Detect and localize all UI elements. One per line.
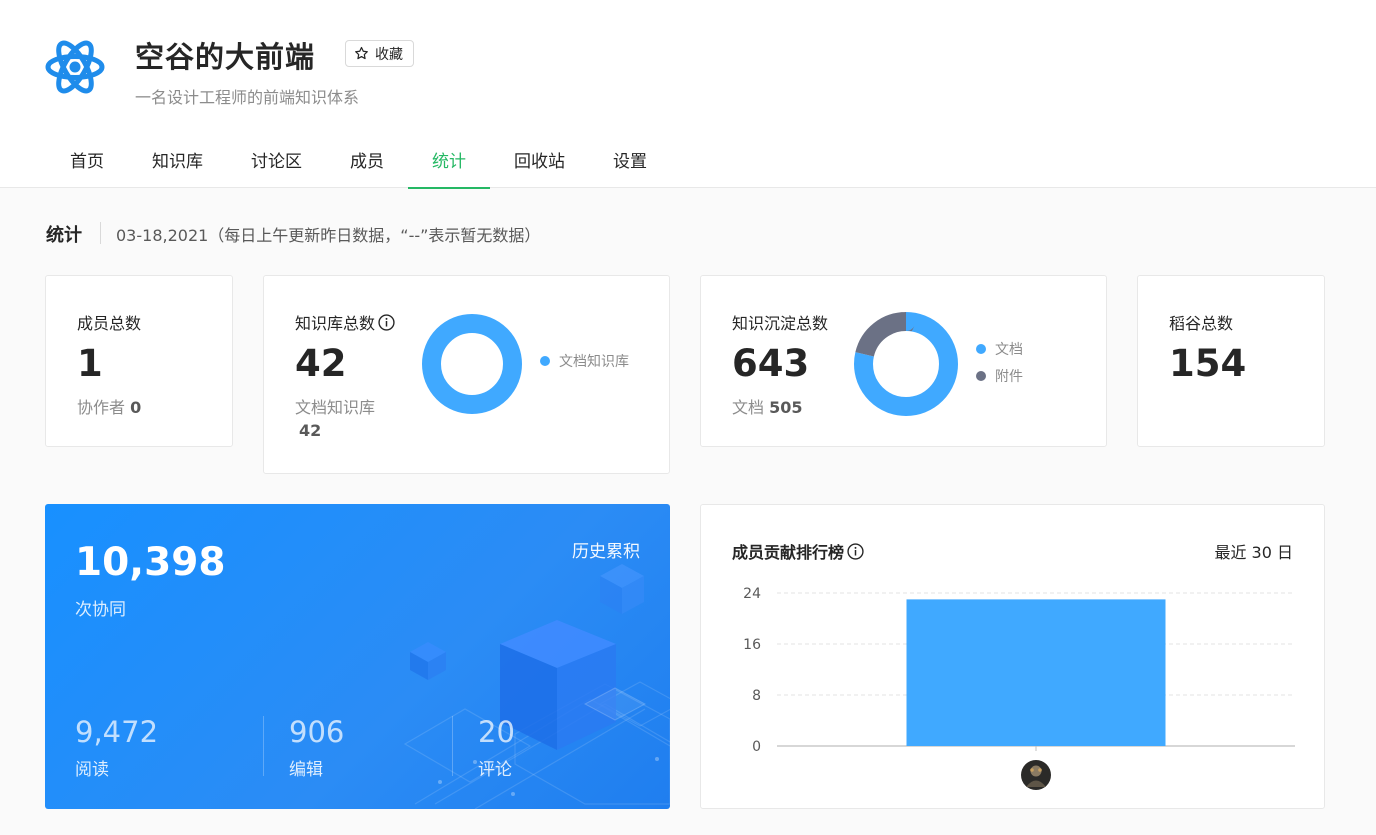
repos-label-wrap: 知识库总数 (295, 310, 395, 334)
comments-metric: 20 评论 (478, 715, 515, 781)
contribution-ranking-card: 成员贡献排行榜 最近 30 日 0 8 16 24 (700, 504, 1325, 809)
reads-metric: 9,472 阅读 (75, 715, 159, 781)
section-title: 统计 (46, 225, 82, 246)
metric-divider (263, 716, 264, 776)
member-avatar[interactable] (1021, 760, 1051, 790)
legend-dot (976, 344, 986, 354)
tab-label: 回收站 (514, 151, 565, 172)
bar[interactable] (906, 599, 1166, 746)
group-header: 空谷的大前端 收藏 一名设计工程师的前端知识体系 首页 知识库 讨论区 成员 统… (0, 0, 1376, 189)
doc-repos-label: 文档知识库 (295, 398, 376, 417)
repos-value: 42 (295, 342, 347, 385)
tab-label: 设置 (613, 151, 647, 172)
collaboration-label: 次协同 (75, 600, 126, 620)
history-label: 历史累积 (572, 542, 640, 562)
legend-label: 附件 (995, 369, 1023, 385)
tab-statistics[interactable]: 统计 (408, 130, 490, 189)
contribution-bar-chart: 0 8 16 24 (743, 586, 1295, 790)
date-note: 03-18,2021（每日上午更新昨日数据，“--”表示暂无数据） (116, 226, 541, 245)
tab-label: 首页 (70, 151, 104, 172)
collaboration-total: 10,398 (75, 540, 226, 585)
legend-item: 文档 (976, 339, 1023, 359)
repos-donut-chart (422, 314, 522, 414)
y-tick-label: 0 (752, 739, 761, 755)
donut-slice-doc-repos (422, 314, 522, 414)
docs-sub-stat: 文档 505 (732, 394, 803, 418)
docs-sub-label: 文档 (732, 398, 765, 417)
page-subtitle: 一名设计工程师的前端知识体系 (135, 88, 360, 107)
metric-divider (452, 716, 453, 776)
star-icon (355, 46, 368, 60)
y-tick-label: 16 (743, 637, 761, 653)
docs-donut-chart (854, 312, 958, 416)
edits-label: 编辑 (289, 760, 323, 780)
collaborators-value: 0 (130, 398, 142, 417)
tab-label: 统计 (432, 151, 466, 172)
tab-home[interactable]: 首页 (46, 130, 128, 188)
members-label: 成员总数 (77, 314, 142, 333)
docs-sub-value: 505 (769, 398, 803, 417)
comments-value: 20 (478, 715, 515, 749)
y-tick-label: 8 (752, 688, 761, 704)
collaboration-card: 10,398 次协同 历史累积 9,472 阅读 906 编辑 20 评论 (45, 504, 670, 809)
legend-dot (976, 371, 986, 381)
members-value: 1 (77, 342, 103, 385)
edits-value: 906 (289, 715, 345, 749)
y-tick-label: 24 (743, 586, 761, 602)
page-title: 空谷的大前端 (135, 40, 316, 74)
collaborators-stat: 协作者 0 (77, 394, 141, 418)
info-icon[interactable] (378, 314, 395, 331)
legend-label: 文档知识库 (559, 354, 629, 370)
tab-discussion[interactable]: 讨论区 (227, 130, 326, 188)
daogu-label: 稻谷总数 (1169, 314, 1234, 333)
daogu-card: 稻谷总数 154 (1137, 275, 1325, 447)
tab-label: 成员 (350, 151, 384, 172)
legend-item: 附件 (976, 366, 1023, 386)
legend-label: 文档 (995, 342, 1023, 358)
tab-members[interactable]: 成员 (326, 130, 408, 188)
favorite-label: 收藏 (375, 46, 403, 63)
divider (100, 222, 101, 244)
tab-repos[interactable]: 知识库 (128, 130, 227, 188)
daogu-value: 154 (1169, 342, 1247, 385)
docs-card: 知识沉淀总数 643 文档 505 文档 附件 (700, 275, 1107, 447)
favorite-button[interactable]: 收藏 (345, 40, 414, 67)
doc-repos-value: 42 (299, 421, 322, 440)
edits-metric: 906 编辑 (289, 715, 345, 781)
tab-label: 讨论区 (251, 151, 302, 172)
tab-recycle-bin[interactable]: 回收站 (490, 130, 589, 188)
repos-label: 知识库总数 (295, 314, 376, 333)
reads-label: 阅读 (75, 760, 109, 780)
tab-settings[interactable]: 设置 (589, 130, 671, 188)
legend-item: 文档知识库 (540, 351, 629, 371)
docs-label: 知识沉淀总数 (732, 314, 829, 333)
docs-value: 643 (732, 342, 810, 385)
comments-label: 评论 (478, 760, 512, 780)
repos-card: 知识库总数 42 文档知识库 42 文档知识库 (263, 275, 670, 474)
tab-bar: 首页 知识库 讨论区 成员 统计 回收站 设置 (46, 130, 671, 189)
legend-dot (540, 356, 550, 366)
react-atom-icon (45, 40, 105, 94)
tab-label: 知识库 (152, 151, 203, 172)
collaborators-label: 协作者 (77, 398, 126, 417)
members-card: 成员总数 1 协作者 0 (45, 275, 233, 447)
reads-value: 9,472 (75, 715, 159, 749)
